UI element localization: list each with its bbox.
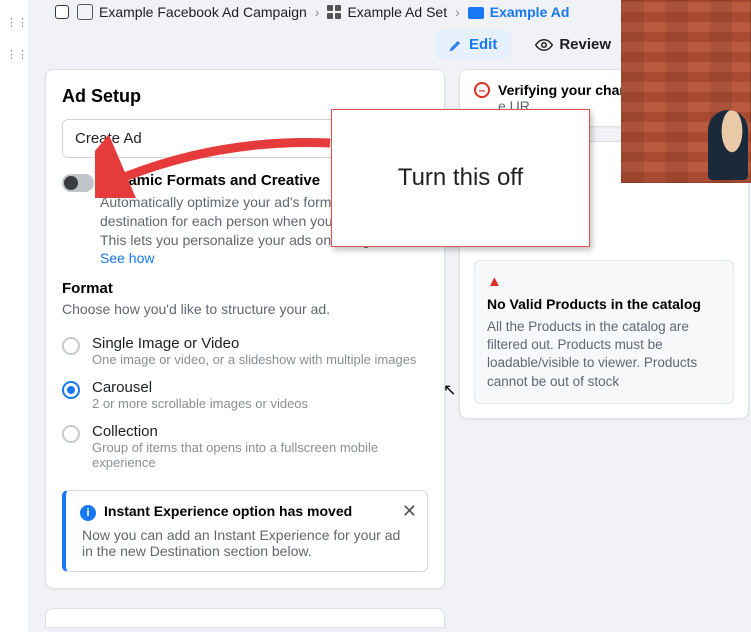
- chevron-right-icon: ›: [455, 4, 460, 20]
- format-option-sub: Group of items that opens into a fullscr…: [92, 440, 428, 470]
- pencil-icon: [449, 38, 463, 52]
- breadcrumb-level-icon: [55, 5, 69, 19]
- format-option-sub: 2 or more scrollable images or videos: [92, 396, 308, 411]
- format-option-label: Collection: [92, 423, 428, 440]
- edit-label: Edit: [469, 36, 497, 53]
- chevron-right-icon: ›: [315, 4, 320, 20]
- warning-title: No Valid Products in the catalog: [487, 296, 721, 312]
- notice-body: Now you can add an Instant Experience fo…: [80, 527, 413, 559]
- callout-text: Turn this off: [398, 164, 523, 192]
- format-option-single[interactable]: Single Image or Video One image or video…: [62, 329, 428, 373]
- warning-triangle-icon: ▲: [487, 273, 721, 290]
- review-label: Review: [559, 36, 611, 53]
- breadcrumb-ad[interactable]: Example Ad: [468, 4, 570, 20]
- ad-folder-icon: [468, 7, 484, 19]
- format-option-sub: One image or video, or a slideshow with …: [92, 352, 416, 367]
- radio-icon: [62, 381, 80, 399]
- instant-experience-notice: ✕ i Instant Experience option has moved N…: [62, 490, 428, 572]
- radio-icon: [62, 425, 80, 443]
- edit-button[interactable]: Edit: [435, 30, 511, 59]
- left-toolbar: ⋮⋮ ⋮⋮: [0, 0, 28, 632]
- drag-dots-icon: ⋮⋮: [6, 16, 22, 22]
- breadcrumb-adset-label: Example Ad Set: [347, 4, 447, 20]
- dynamic-formats-toggle[interactable]: [62, 174, 94, 192]
- next-card-peek: [45, 608, 445, 628]
- format-subtitle: Choose how you'd like to structure your …: [62, 301, 428, 317]
- minus-circle-icon: –: [474, 82, 490, 98]
- drag-dots-icon: ⋮⋮: [6, 48, 22, 54]
- breadcrumb-campaign[interactable]: Example Facebook Ad Campaign: [77, 4, 307, 20]
- format-option-collection[interactable]: Collection Group of items that opens int…: [62, 417, 428, 476]
- verify-title: Verifying your chang: [498, 82, 636, 98]
- see-how-link[interactable]: See how: [100, 250, 428, 266]
- close-icon[interactable]: ✕: [402, 501, 417, 522]
- format-option-carousel[interactable]: Carousel 2 or more scrollable images or …: [62, 373, 428, 417]
- breadcrumb-campaign-label: Example Facebook Ad Campaign: [99, 4, 307, 20]
- ad-setup-title: Ad Setup: [62, 86, 428, 107]
- review-button[interactable]: Review: [521, 30, 625, 59]
- eye-icon: [535, 39, 553, 51]
- format-option-label: Single Image or Video: [92, 335, 416, 352]
- format-option-label: Carousel: [92, 379, 308, 396]
- folder-outline-icon: [77, 4, 93, 20]
- breadcrumb-ad-label: Example Ad: [490, 4, 570, 20]
- annotation-callout: Turn this off: [331, 109, 590, 247]
- cursor-icon: ↖: [443, 380, 456, 400]
- info-icon: i: [80, 505, 96, 521]
- presenter-webcam-overlay: [621, 0, 751, 183]
- format-title: Format: [62, 280, 428, 297]
- notice-title: Instant Experience option has moved: [104, 503, 352, 519]
- adset-icon: [327, 5, 341, 19]
- radio-icon: [62, 337, 80, 355]
- no-valid-products-warning: ▲ No Valid Products in the catalog All t…: [474, 260, 734, 404]
- warning-body: All the Products in the catalog are filt…: [487, 318, 721, 391]
- breadcrumb-adset[interactable]: Example Ad Set: [327, 4, 447, 20]
